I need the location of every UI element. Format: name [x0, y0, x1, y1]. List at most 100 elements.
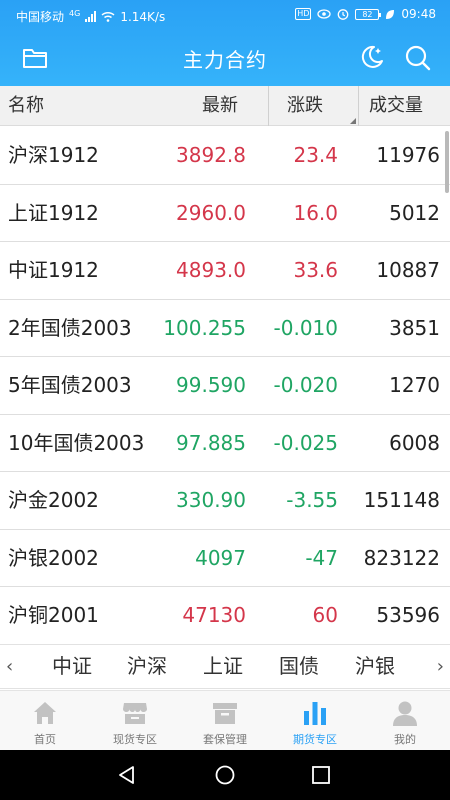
leaf-icon — [386, 9, 395, 19]
table-row[interactable]: 沪金2002 330.90 -3.55 151148 — [0, 472, 450, 530]
back-triangle-icon[interactable] — [116, 764, 138, 786]
nav-label-spot: 现货专区 — [113, 733, 157, 746]
battery-icon: 82 — [355, 8, 382, 20]
row-name: 2年国债2003 — [8, 315, 132, 340]
row-volume: 151148 — [363, 488, 440, 512]
category-item-shangzheng[interactable]: 上证 — [203, 645, 243, 688]
column-change-label: 涨跌 — [287, 95, 323, 116]
row-volume: 3851 — [389, 315, 440, 340]
row-change: -0.025 — [273, 430, 338, 455]
category-item-guozhai[interactable]: 国债 — [279, 645, 319, 688]
table-row[interactable]: 沪铜2001 47130 60 53596 — [0, 587, 450, 644]
table-column-header: 名称 最新 涨跌 成交量 — [0, 86, 450, 126]
nav-label-mine: 我的 — [394, 733, 416, 746]
row-change: -0.010 — [273, 315, 338, 340]
search-icon[interactable] — [404, 44, 432, 72]
row-name: 10年国债2003 — [8, 430, 145, 455]
row-change: -47 — [305, 545, 338, 570]
status-left: 中国移动 4G 1.14K/s — [16, 8, 165, 25]
carrier-label: 中国移动 — [16, 10, 65, 24]
row-volume: 5012 — [389, 200, 440, 225]
table-row[interactable]: 5年国债2003 99.590 -0.020 1270 — [0, 357, 450, 415]
table-row[interactable]: 上证1912 2960.0 16.0 5012 — [0, 185, 450, 242]
category-item-zhongzheng[interactable]: 中证 — [52, 645, 92, 688]
hd-badge: HD — [295, 8, 312, 20]
alarm-icon — [338, 9, 349, 20]
row-name: 沪金2002 — [8, 488, 99, 512]
row-name: 5年国债2003 — [8, 373, 132, 397]
row-latest: 2960.0 — [176, 200, 246, 225]
network-label: 4G — [69, 9, 81, 18]
eye-icon — [317, 9, 332, 19]
row-latest: 330.90 — [176, 488, 246, 512]
row-name: 中证1912 — [8, 258, 99, 282]
nav-label-home: 首页 — [34, 733, 56, 746]
user-icon — [393, 701, 417, 726]
clock-time: 09:48 — [401, 7, 436, 21]
column-latest[interactable]: 最新 — [160, 86, 238, 126]
store-icon — [123, 703, 147, 724]
row-change: 23.4 — [293, 143, 338, 167]
system-nav-bar — [0, 750, 450, 800]
row-volume: 10887 — [376, 258, 440, 282]
row-change: 16.0 — [293, 200, 338, 225]
net-speed: 1.14K/s — [120, 9, 166, 24]
row-latest: 4097 — [195, 545, 246, 570]
column-name[interactable]: 名称 — [8, 86, 44, 126]
table-row[interactable]: 10年国债2003 97.885 -0.025 6008 — [0, 415, 450, 472]
nav-label-hedging: 套保管理 — [203, 733, 247, 746]
row-volume: 11976 — [376, 143, 440, 167]
row-change: -3.55 — [286, 488, 338, 512]
category-strip: ‹ 中证 沪深 上证 国债 沪银 › — [0, 644, 450, 689]
contracts-table: 沪深1912 3892.8 23.4 11976 上证1912 2960.0 1… — [0, 127, 450, 644]
category-scroll-right-chevron-icon[interactable]: › — [437, 645, 444, 688]
row-volume: 823122 — [363, 545, 440, 570]
column-change[interactable]: 涨跌 — [268, 86, 358, 126]
archive-box-icon — [213, 703, 237, 724]
row-change: -0.020 — [273, 373, 338, 397]
nav-item-hedging[interactable]: 套保管理 — [180, 691, 270, 751]
table-scrollbar[interactable] — [445, 131, 449, 193]
row-latest: 4893.0 — [176, 258, 246, 282]
home-icon — [34, 702, 56, 724]
row-volume: 1270 — [389, 373, 440, 397]
nav-item-mine[interactable]: 我的 — [360, 691, 450, 751]
app-header: 主力合约 — [0, 30, 450, 86]
column-volume[interactable]: 成交量 — [358, 86, 450, 126]
night-mode-moon-icon[interactable] — [359, 44, 385, 70]
sort-triangle-icon — [350, 118, 356, 124]
home-circle-icon[interactable] — [214, 764, 236, 786]
bottom-nav: 首页 现货专区 套保管理 期货专区 我的 — [0, 690, 450, 750]
row-name: 沪深1912 — [8, 143, 99, 167]
row-name: 上证1912 — [8, 200, 99, 225]
row-latest: 99.590 — [176, 373, 246, 397]
table-row[interactable]: 2年国债2003 100.255 -0.010 3851 — [0, 300, 450, 357]
category-scroll-left-chevron-icon[interactable]: ‹ — [6, 645, 13, 688]
table-row[interactable]: 中证1912 4893.0 33.6 10887 — [0, 242, 450, 300]
table-row[interactable]: 沪银2002 4097 -47 823122 — [0, 530, 450, 587]
row-latest: 47130 — [182, 603, 246, 627]
signal-icon — [85, 11, 97, 22]
row-name: 沪铜2001 — [8, 603, 99, 627]
row-change: 33.6 — [293, 258, 338, 282]
recents-square-icon[interactable] — [310, 764, 332, 786]
category-item-huyin[interactable]: 沪银 — [355, 645, 395, 688]
nav-item-spot[interactable]: 现货专区 — [90, 691, 180, 751]
row-volume: 6008 — [389, 430, 440, 455]
top-bar: 中国移动 4G 1.14K/s HD 82 09:48 主力合约 — [0, 0, 450, 86]
wifi-icon — [101, 11, 115, 22]
table-row[interactable]: 沪深1912 3892.8 23.4 11976 — [0, 127, 450, 185]
row-volume: 53596 — [376, 603, 440, 627]
nav-label-futures: 期货专区 — [293, 733, 337, 746]
status-right: HD 82 09:48 — [295, 7, 436, 21]
nav-item-futures[interactable]: 期货专区 — [270, 691, 360, 751]
bar-chart-icon — [304, 702, 326, 725]
status-bar: 中国移动 4G 1.14K/s HD 82 09:48 — [0, 0, 450, 30]
category-item-hushen[interactable]: 沪深 — [127, 645, 167, 688]
row-latest: 97.885 — [176, 430, 246, 455]
nav-item-home[interactable]: 首页 — [0, 691, 90, 751]
row-name: 沪银2002 — [8, 545, 99, 570]
row-latest: 100.255 — [163, 315, 246, 340]
row-latest: 3892.8 — [176, 143, 246, 167]
row-change: 60 — [312, 603, 338, 627]
